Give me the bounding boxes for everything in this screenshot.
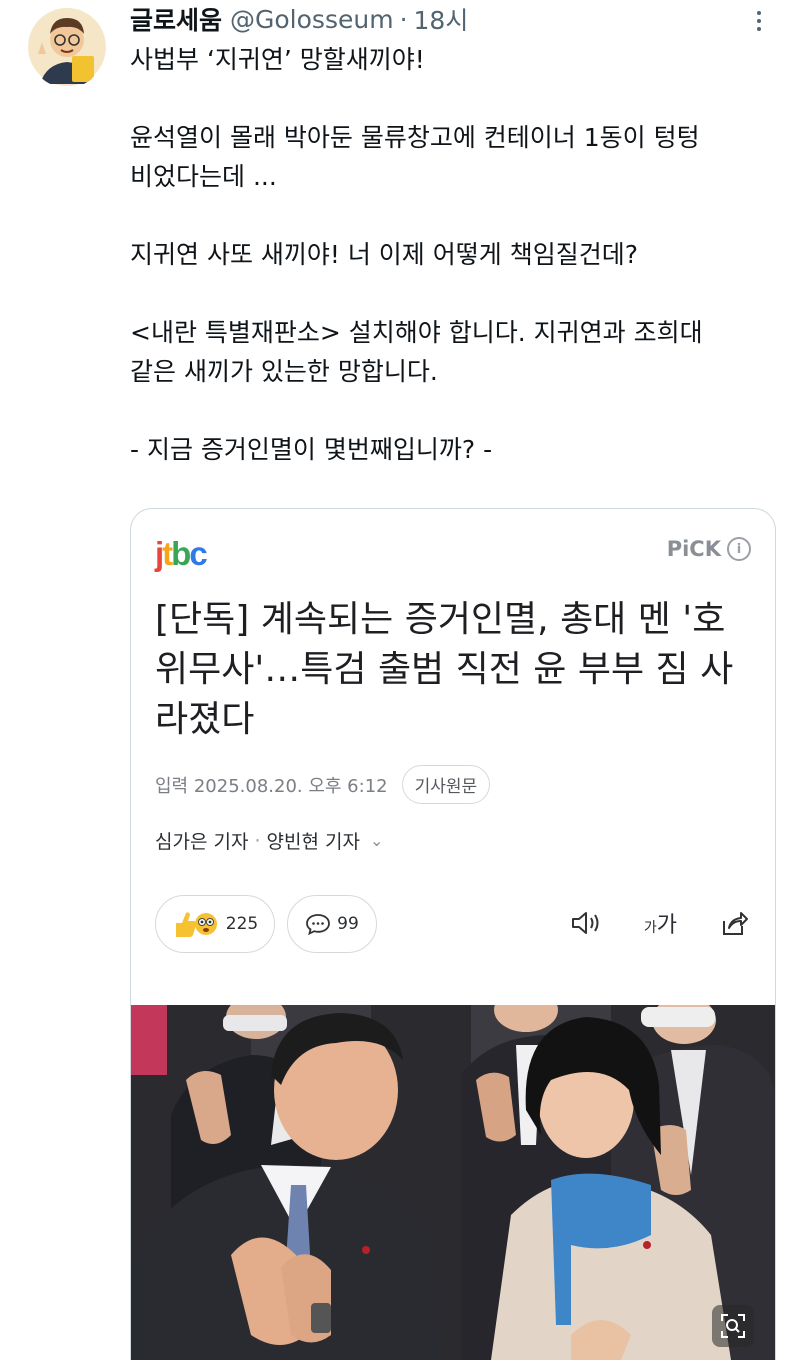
comments-button[interactable]: 99 xyxy=(287,895,377,953)
byline[interactable]: 심가은 기자 · 양빈현 기자 ⌄ xyxy=(155,827,383,854)
font-size-button[interactable]: 가가 xyxy=(644,907,677,939)
pick-label: PiCK xyxy=(666,537,721,561)
byline-separator: · xyxy=(254,829,261,852)
tweet-header: 글로세움 @Golosseum · 18시 xyxy=(130,2,468,36)
article-tools: 가가 xyxy=(570,907,749,939)
tweet-line: 지귀연 사또 새끼야! 너 이제 어떻게 책임질건데? xyxy=(130,240,638,269)
photo-illustration xyxy=(131,1005,775,1360)
tweet-time[interactable]: 18시 xyxy=(414,1,469,37)
reaction-emoji-icon xyxy=(175,912,217,937)
news-card[interactable]: jtbc PiCK i [단독] 계속되는 증거인멸, 총대 멘 '호위무사'…… xyxy=(130,508,776,1360)
info-icon[interactable]: i xyxy=(727,537,751,561)
share-icon[interactable] xyxy=(719,909,749,937)
reporter-name: 양빈현 기자 xyxy=(266,831,360,853)
tweet-line: 윤석열이 몰래 박아둔 물류창고에 컨테이너 1동이 텅텅 xyxy=(130,123,700,152)
zoom-icon xyxy=(721,1314,745,1338)
chevron-down-icon[interactable]: ⌄ xyxy=(370,831,383,850)
author-name[interactable]: 글로세움 xyxy=(130,1,222,37)
article-headline[interactable]: [단독] 계속되는 증거인멸, 총대 멘 '호위무사'…특검 출범 직전 윤 부… xyxy=(155,595,755,745)
font-size-small: 가 xyxy=(643,920,657,936)
tweet-line: 사법부 ‘지귀연’ 망할새끼야! xyxy=(130,45,425,74)
article-meta: 입력 2025.08.20. 오후 6:12 기사원문 xyxy=(155,765,491,804)
jtbc-logo: jtbc xyxy=(155,535,208,572)
article-photo[interactable] xyxy=(131,1005,775,1360)
avatar-illustration xyxy=(28,8,106,86)
reporter-name: 심가은 기자 xyxy=(155,831,249,853)
author-handle[interactable]: @Golosseum xyxy=(230,5,394,34)
pick-badge[interactable]: PiCK i xyxy=(667,537,751,561)
font-size-large: 가 xyxy=(656,913,677,938)
comment-count: 99 xyxy=(337,914,359,934)
tweet-line: 비었다는데 ... xyxy=(130,162,277,191)
header-separator: · xyxy=(399,4,408,34)
tweet-text: 사법부 ‘지귀연’ 망할새끼야! 윤석열이 몰래 박아둔 물류창고에 컨테이너 … xyxy=(130,40,780,469)
reaction-button[interactable]: 225 xyxy=(155,895,275,953)
article-date: 입력 2025.08.20. 오후 6:12 xyxy=(155,775,388,797)
comment-icon xyxy=(306,914,331,936)
tweet-line: <내란 특별재판소> 설치해야 합니다. 지귀연과 조희대 xyxy=(130,318,703,347)
avatar[interactable] xyxy=(28,6,106,88)
original-article-button[interactable]: 기사원문 xyxy=(401,765,491,804)
reaction-count: 225 xyxy=(225,914,259,934)
tweet-line: 같은 새끼가 있는한 망합니다. xyxy=(130,357,438,386)
zoom-image-button[interactable] xyxy=(712,1305,754,1347)
tweet-line: - 지금 증거인멸이 몇번째입니까? - xyxy=(130,435,493,464)
text-to-speech-icon[interactable] xyxy=(570,909,602,937)
more-options-icon[interactable] xyxy=(744,6,774,36)
